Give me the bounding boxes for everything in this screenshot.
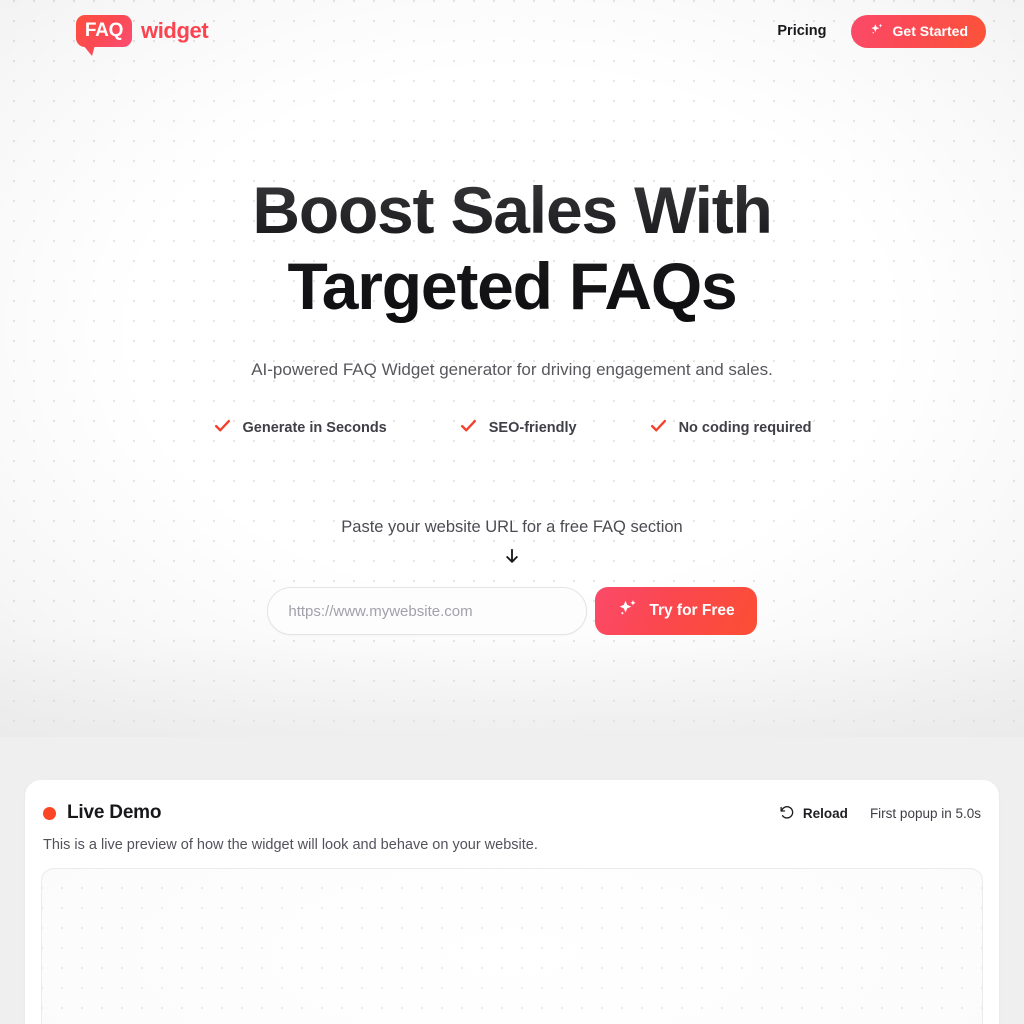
popup-timer-text: First popup in 5.0s bbox=[869, 805, 981, 821]
try-for-free-label: Try for Free bbox=[649, 602, 735, 619]
site-header: FAQ widget Pricing Get Started bbox=[0, 0, 1024, 62]
reload-button[interactable]: Reload bbox=[779, 804, 848, 823]
live-demo-title-group: Live Demo bbox=[43, 802, 161, 824]
page-root: FAQ widget Pricing Get Started Boost Sal… bbox=[0, 0, 1024, 1024]
header-nav: Pricing Get Started bbox=[777, 14, 986, 48]
hero-title-line-2: Targeted FAQs bbox=[287, 249, 737, 323]
hero-content: Boost Sales With Targeted FAQs AI-powere… bbox=[0, 0, 1024, 635]
live-demo-description: This is a live preview of how the widget… bbox=[43, 837, 538, 853]
live-dot-icon bbox=[43, 806, 56, 820]
logo-word-text: widget bbox=[141, 18, 209, 43]
nav-link-pricing[interactable]: Pricing bbox=[777, 23, 826, 39]
live-demo-card: Live Demo Reload First popup in 5.0s Thi… bbox=[25, 780, 999, 1024]
get-started-label: Get Started bbox=[892, 23, 968, 39]
feature-item: No coding required bbox=[649, 416, 812, 440]
get-started-button[interactable]: Get Started bbox=[850, 14, 986, 48]
sparkle-icon bbox=[617, 598, 639, 625]
feature-label: Generate in Seconds bbox=[242, 420, 387, 436]
url-input[interactable] bbox=[267, 587, 588, 635]
rotate-ccw-icon bbox=[779, 804, 795, 823]
live-demo-preview-area[interactable] bbox=[41, 868, 983, 1024]
paste-url-label: Paste your website URL for a free FAQ se… bbox=[341, 518, 683, 536]
feature-list: Generate in Seconds SEO-friendly No codi… bbox=[0, 416, 1024, 440]
preview-dot-grid-pattern bbox=[42, 869, 982, 1024]
check-icon bbox=[213, 416, 232, 440]
logo[interactable]: FAQ widget bbox=[76, 15, 209, 56]
feature-label: SEO-friendly bbox=[488, 420, 577, 436]
reload-label: Reload bbox=[802, 805, 848, 821]
hero-subtitle: AI-powered FAQ Widget generator for driv… bbox=[251, 360, 773, 379]
live-demo-controls: Reload First popup in 5.0s bbox=[779, 804, 981, 823]
live-demo-title: Live Demo bbox=[67, 802, 162, 823]
check-icon bbox=[459, 416, 478, 440]
url-form: Try for Free bbox=[0, 587, 1024, 635]
feature-item: SEO-friendly bbox=[459, 416, 577, 440]
try-for-free-button[interactable]: Try for Free bbox=[595, 587, 757, 635]
page-title: Boost Sales With Targeted FAQs bbox=[0, 172, 1024, 324]
live-demo-header: Live Demo Reload First popup in 5.0s bbox=[41, 802, 983, 824]
hero-title-line-1: Boost Sales With bbox=[252, 173, 772, 247]
check-icon bbox=[649, 416, 668, 440]
sparkle-icon bbox=[869, 22, 885, 41]
arrow-down-icon bbox=[0, 545, 1024, 567]
live-demo-section: Live Demo Reload First popup in 5.0s Thi… bbox=[0, 737, 1024, 1024]
feature-label: No coding required bbox=[678, 420, 812, 436]
feature-item: Generate in Seconds bbox=[213, 416, 387, 440]
speech-bubble-icon: FAQ bbox=[76, 15, 132, 56]
logo-badge-text: FAQ bbox=[84, 20, 124, 41]
